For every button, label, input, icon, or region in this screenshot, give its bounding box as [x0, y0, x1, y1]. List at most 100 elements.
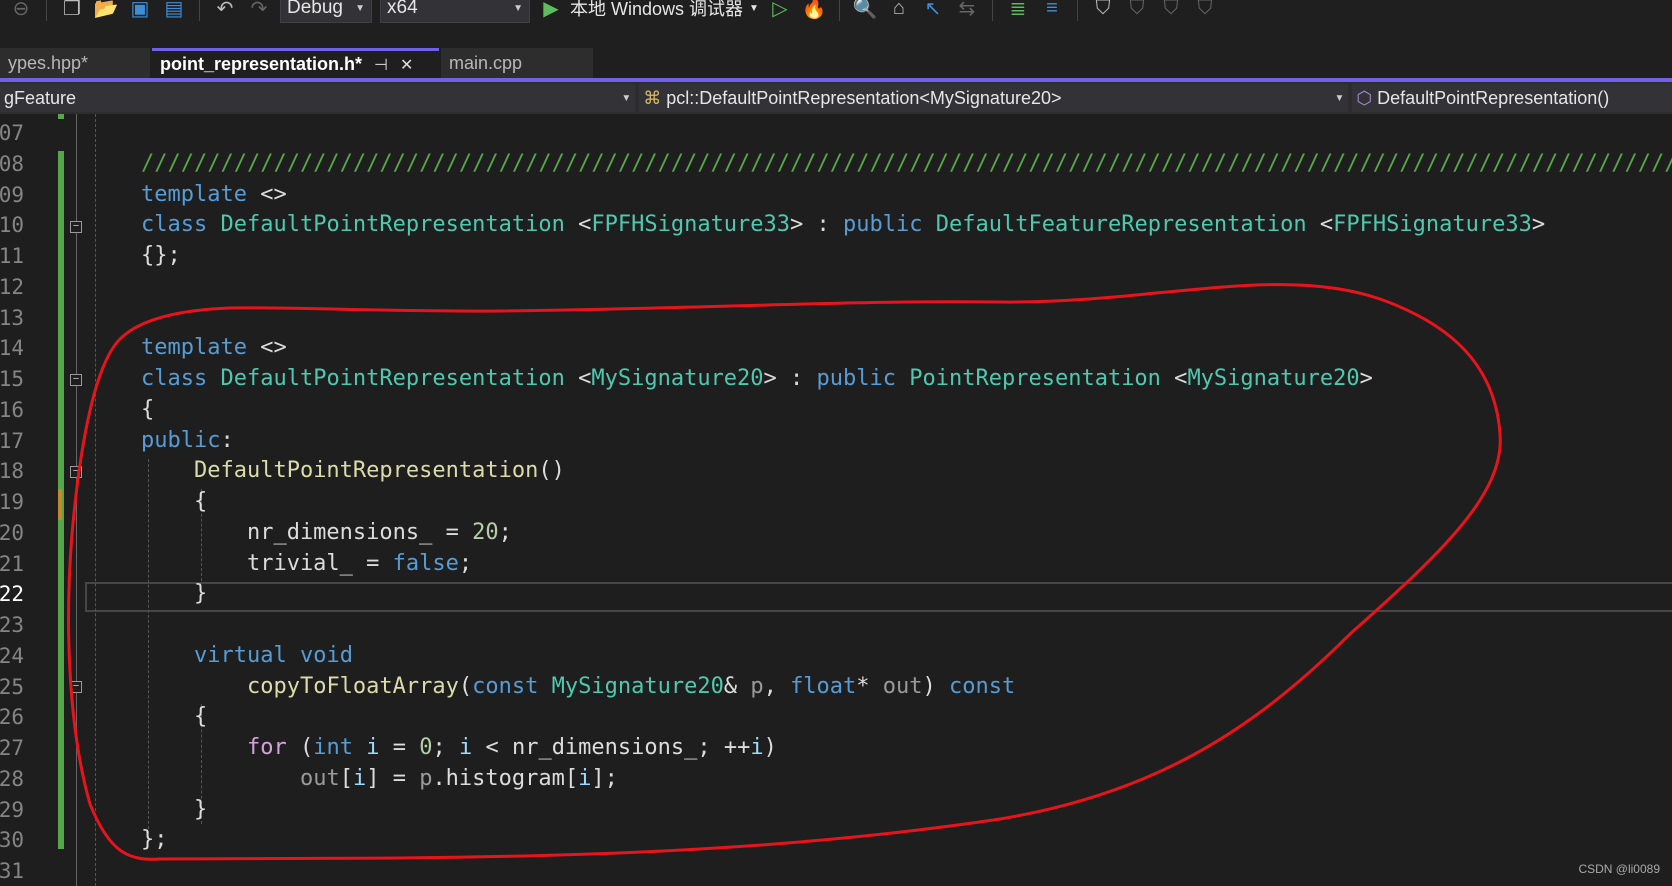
code-line[interactable]: 14 template <>: [0, 333, 1672, 364]
code-line[interactable]: 10 class DefaultPointRepresentation <FPFH…: [0, 210, 1672, 241]
line-number: 07: [0, 121, 24, 145]
code-line[interactable]: 29 }: [0, 795, 1672, 826]
code-line[interactable]: 22 }: [0, 579, 1672, 610]
code-token: ////////////////////////////////////////…: [141, 150, 1672, 176]
code-token: ;: [458, 550, 473, 576]
hot-reload-icon[interactable]: 🔥: [801, 0, 827, 21]
tab-label: ypes.hpp*: [8, 52, 89, 73]
code-line[interactable]: 23: [0, 610, 1672, 641]
save-all-icon[interactable]: ▤: [161, 0, 187, 21]
code-line[interactable]: 18 DefaultPointRepresentation(): [0, 456, 1672, 487]
code-token: 20: [472, 519, 499, 545]
code-line[interactable]: 26 {: [0, 702, 1672, 733]
platform-dropdown[interactable]: x64 ▼: [380, 0, 530, 23]
code-token: {: [141, 489, 208, 514]
code-line[interactable]: 13: [0, 303, 1672, 334]
code-line[interactable]: 08 //////////////////////////////////////…: [0, 149, 1672, 180]
uncomment-lines-icon[interactable]: ≡: [1039, 0, 1065, 20]
code-line[interactable]: 20 nr_dimensions_ = 20;: [0, 518, 1672, 549]
code-token: MySignature20: [591, 366, 764, 391]
code-line[interactable]: 17 public:: [0, 426, 1672, 457]
code-token: [: [339, 765, 353, 791]
play-icon: ▶: [543, 0, 559, 20]
code-token: };: [141, 827, 168, 853]
code-text: {: [141, 395, 1672, 426]
start-debugging-button[interactable]: ▶ 本地 Windows 调试器 ▼: [538, 0, 759, 21]
code-token: const: [472, 673, 539, 699]
code-token: MySignature20: [1187, 366, 1360, 391]
code-line[interactable]: 12: [0, 272, 1672, 303]
tab-types-hpp[interactable]: ypes.hpp*: [0, 48, 150, 78]
code-text: virtual void: [141, 641, 1672, 672]
code-token: ;: [432, 735, 459, 760]
start-without-debugging-icon[interactable]: ▷: [767, 0, 793, 21]
undo-icon[interactable]: ↶: [212, 0, 238, 21]
open-folder-icon[interactable]: 📂: [93, 0, 119, 21]
code-editor[interactable]: − − − − 07 08////////////////////////////…: [0, 114, 1672, 886]
line-number: 29: [0, 797, 24, 822]
close-icon[interactable]: ✕: [400, 55, 413, 75]
code-line[interactable]: 09 template <>: [0, 180, 1672, 211]
line-number: 09: [0, 182, 24, 207]
code-token: i: [578, 765, 592, 791]
code-line[interactable]: 25 copyToFloatArray(const MySignature20&…: [0, 672, 1672, 703]
code-text: class DefaultPointRepresentation <FPFHSi…: [141, 210, 1672, 241]
class-dropdown[interactable]: ⌘ pcl::DefaultPointRepresentation<MySign…: [639, 84, 1349, 112]
redo-icon[interactable]: ↷: [246, 0, 272, 21]
line-number: 19: [0, 490, 24, 514]
line-number: 25: [0, 674, 24, 699]
save-icon[interactable]: ▣: [127, 0, 153, 21]
code-line[interactable]: 11 {};: [0, 241, 1672, 272]
code-line[interactable]: 21 trivial_ = false;: [0, 549, 1672, 580]
code-text: };: [141, 825, 1672, 856]
new-project-icon[interactable]: ❐: [59, 0, 85, 21]
code-text: }: [141, 579, 1672, 610]
code-token: i: [366, 735, 380, 760]
class-value: pcl::DefaultPointRepresentation<MySignat…: [666, 87, 1062, 108]
comment-lines-icon[interactable]: ≣: [1005, 0, 1031, 21]
line-number: 17: [0, 428, 24, 453]
next-bookmark-icon[interactable]: ⛉: [1158, 0, 1184, 20]
select-icon[interactable]: ↖: [920, 0, 946, 21]
line-number: 28: [0, 766, 24, 791]
pin-icon[interactable]: ⊣: [374, 55, 388, 75]
code-text: for (int i = 0; i < nr_dimensions_; ++i): [141, 733, 1672, 764]
tab-main-cpp[interactable]: main.cpp: [441, 48, 593, 78]
code-token: FPFHSignature33: [591, 212, 791, 238]
solution-explorer-icon[interactable]: ⌂: [886, 0, 912, 20]
code-line[interactable]: 15 class DefaultPointRepresentation <MySi…: [0, 364, 1672, 395]
code-token: :: [220, 427, 234, 453]
code-token: p: [419, 765, 433, 791]
clear-bookmarks-icon[interactable]: ⛉: [1192, 0, 1218, 20]
code-line[interactable]: 07: [0, 118, 1672, 149]
code-token: ;: [498, 519, 512, 545]
method-cube-icon: ⬡: [1356, 87, 1373, 108]
navigate-forward-icon[interactable]: ⊖: [8, 0, 34, 21]
code-token: >: [1359, 366, 1373, 391]
bookmark-icon[interactable]: ⛉: [1090, 0, 1116, 20]
code-token: }: [141, 796, 208, 822]
compare-icon[interactable]: ⇆: [954, 0, 980, 21]
code-line[interactable]: 28 out[i] = p.histogram[i];: [0, 764, 1672, 795]
code-token: DefaultFeatureRepresentation: [935, 212, 1307, 238]
find-in-files-icon[interactable]: 🔍: [852, 0, 878, 21]
code-token: (: [458, 673, 473, 699]
member-dropdown[interactable]: ⬡ DefaultPointRepresentation(): [1352, 84, 1672, 112]
scope-dropdown[interactable]: gFeature ▼: [0, 84, 636, 112]
code-line[interactable]: 27 for (int i = 0; i < nr_dimensions_; +…: [0, 733, 1672, 764]
code-token: MySignature20: [551, 673, 724, 699]
code-token: ): [763, 735, 777, 760]
code-line[interactable]: 30};: [0, 825, 1672, 856]
configuration-dropdown[interactable]: Debug ▼: [280, 0, 372, 23]
code-line[interactable]: 19 {: [0, 487, 1672, 518]
tab-point-representation-h[interactable]: point_representation.h* ⊣ ✕: [152, 48, 439, 78]
previous-bookmark-icon[interactable]: ⛉: [1124, 0, 1150, 20]
member-value: DefaultPointRepresentation(): [1377, 87, 1610, 108]
line-number: 18: [0, 459, 24, 484]
code-line[interactable]: 16 {: [0, 395, 1672, 426]
code-line[interactable]: 31: [0, 856, 1672, 886]
code-line[interactable]: 24 virtual void: [0, 641, 1672, 672]
